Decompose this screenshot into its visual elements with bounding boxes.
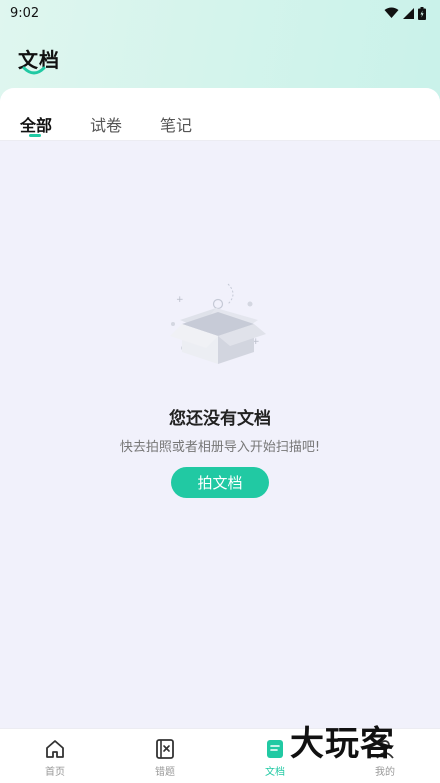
nav-label-wrong-questions: 错题 [155, 767, 175, 778]
title-smile-icon [22, 66, 46, 75]
watermark-logo: 大玩客 [290, 724, 395, 764]
empty-state-subtitle: 快去拍照或者相册导入开始扫描吧! [119, 440, 321, 455]
wifi-icon [384, 7, 399, 18]
battery-icon [418, 6, 426, 20]
nav-label-home: 首页 [45, 767, 65, 778]
tab-all[interactable]: 全部 [20, 112, 52, 136]
nav-item-home[interactable]: 首页 [0, 729, 110, 783]
empty-box-icon: + + [170, 283, 266, 364]
cellular-signal-icon [403, 7, 414, 19]
wrong-questions-icon [156, 739, 174, 759]
nav-label-profile: 我的 [375, 767, 395, 778]
status-bar: 9:02 [0, 0, 440, 26]
status-icons [384, 6, 426, 20]
nav-label-documents: 文档 [265, 767, 285, 778]
document-icon [267, 740, 283, 758]
nav-item-wrong-questions[interactable]: 错题 [110, 729, 220, 783]
tab-notes[interactable]: 笔记 [160, 112, 192, 136]
empty-state-title: 您还没有文档 [169, 409, 271, 429]
svg-text:+: + [176, 295, 184, 305]
tab-active-indicator [29, 134, 41, 137]
tab-exam-papers[interactable]: 试卷 [90, 112, 122, 136]
tab-bar: 全部 试卷 笔记 [0, 88, 440, 141]
status-time: 9:02 [10, 5, 40, 21]
document-panel: 全部 试卷 笔记 + + 您还没有文档 快去拍照或者相册导入开始扫描吧! 拍文档 [0, 88, 440, 728]
home-icon [46, 740, 64, 758]
take-document-photo-button[interactable]: 拍文档 [171, 467, 269, 498]
